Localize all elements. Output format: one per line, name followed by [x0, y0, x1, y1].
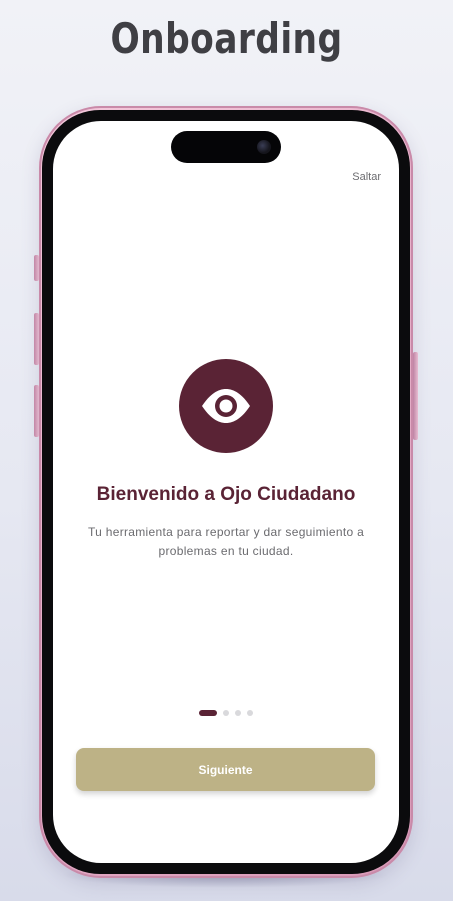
power-button: [413, 352, 418, 440]
page-indicator: [53, 710, 399, 716]
page-dot-1-active[interactable]: [199, 710, 217, 716]
page-dot-4[interactable]: [247, 710, 253, 716]
presentation-stage: Onboarding Saltar Bienvenido a Ojo Ciuda…: [0, 0, 453, 901]
page-dot-3[interactable]: [235, 710, 241, 716]
front-camera-icon: [257, 140, 271, 154]
phone-screen: Saltar Bienvenido a Ojo Ciudadano Tu her…: [53, 121, 399, 863]
next-button[interactable]: Siguiente: [76, 748, 375, 791]
eye-icon: [202, 389, 250, 423]
skip-button[interactable]: Saltar: [329, 171, 381, 183]
onboarding-subtitle: Tu herramienta para reportar y dar segui…: [87, 525, 365, 558]
onboarding-title: Bienvenido a Ojo Ciudadano: [96, 484, 356, 505]
page-dot-2[interactable]: [223, 710, 229, 716]
dynamic-island: [171, 131, 281, 163]
app-logo: [179, 359, 273, 453]
page-heading: Onboarding: [110, 14, 343, 63]
